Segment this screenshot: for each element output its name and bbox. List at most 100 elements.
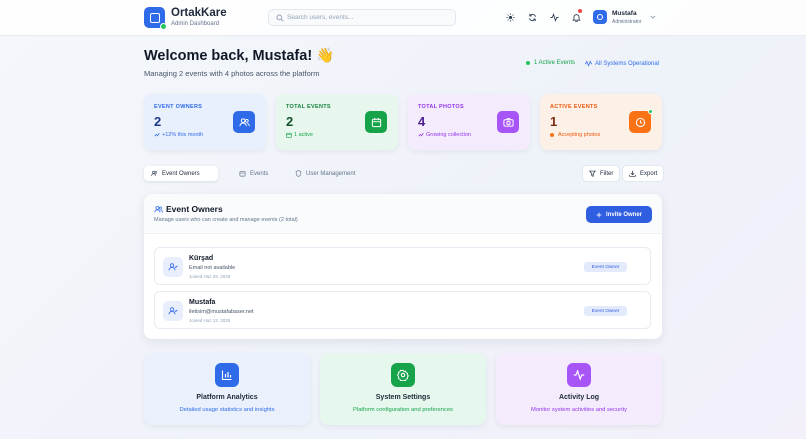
stat-value: 2 xyxy=(286,114,294,129)
user-check-icon xyxy=(163,257,183,277)
logo-square-icon xyxy=(149,12,160,23)
stat-footnote-text: +12% this month xyxy=(162,132,204,138)
user-icon xyxy=(597,14,603,20)
clock-icon xyxy=(629,111,651,133)
stat-footnote-text: Accepting photos xyxy=(558,132,601,138)
user-check-icon xyxy=(163,301,183,321)
settings-icon xyxy=(391,363,415,387)
bell-icon xyxy=(571,13,581,22)
search-input[interactable] xyxy=(287,10,452,25)
calendar-small-icon xyxy=(286,132,292,138)
panel-header: Event Owners Manage users who can create… xyxy=(144,194,662,234)
trend-up-icon xyxy=(154,132,160,137)
theme-toggle-button[interactable] xyxy=(505,12,515,22)
card-subtitle: Monitor system activities and security xyxy=(530,407,627,413)
plus-icon xyxy=(596,212,602,217)
status-dot xyxy=(526,61,530,65)
panel-title: Event Owners xyxy=(166,204,223,214)
refresh-button[interactable] xyxy=(527,12,537,22)
activity-button[interactable] xyxy=(549,12,559,22)
owner-email: iletisim@mustafabaser.net xyxy=(189,309,254,315)
chevron-down-icon[interactable] xyxy=(650,14,656,20)
activity-log-card[interactable]: Activity Log Monitor system activities a… xyxy=(496,353,662,425)
card-title: Activity Log xyxy=(558,394,600,401)
event-owners-panel: Event Owners Manage users who can create… xyxy=(144,194,662,339)
invite-owner-button[interactable]: Invite Owner xyxy=(586,206,652,223)
stat-card-total-photos[interactable]: TOTAL PHOTOS 4 Growing collection xyxy=(408,94,530,150)
activity-icon xyxy=(549,12,559,22)
avatar[interactable] xyxy=(593,10,607,24)
owner-name: Kürşad xyxy=(189,255,214,262)
stat-label: EVENT OWNERS xyxy=(154,104,203,110)
app-logo[interactable] xyxy=(144,7,167,30)
users-icon xyxy=(233,111,255,133)
active-events-indicator: 1 Active Events xyxy=(526,60,575,66)
tab-event-owners[interactable]: Event Owners xyxy=(144,166,218,181)
export-button[interactable]: Export xyxy=(622,165,665,182)
stat-value: 1 xyxy=(550,114,558,129)
stat-footnote: 1 active xyxy=(286,132,313,138)
page-title: Welcome back, Mustafa! 👋 xyxy=(144,48,335,64)
system-status-text: All Systems Operational xyxy=(595,60,660,67)
search-icon xyxy=(276,14,284,22)
platform-analytics-card[interactable]: Platform Analytics Detailed usage statis… xyxy=(144,353,310,425)
activity-icon xyxy=(567,363,591,387)
stat-label: TOTAL PHOTOS xyxy=(418,104,464,110)
stat-card-active-events[interactable]: ACTIVE EVENTS 1 Accepting photos xyxy=(540,94,662,150)
tab-label: Events xyxy=(250,170,269,177)
brand-name: OrtakKare xyxy=(171,7,227,19)
card-subtitle: Platform configuration and preferences xyxy=(353,407,453,413)
camera-icon xyxy=(497,111,519,133)
stat-card-total-events[interactable]: TOTAL EVENTS 2 1 active xyxy=(276,94,398,150)
active-events-text: 1 Active Events xyxy=(534,60,576,66)
stat-footnote: Accepting photos xyxy=(550,132,600,138)
wave-icon xyxy=(585,60,592,67)
system-settings-card[interactable]: System Settings Platform configuration a… xyxy=(320,353,486,425)
owner-email: Email not available xyxy=(189,265,236,271)
filter-icon xyxy=(589,170,596,177)
list-item[interactable]: Mustafa iletisim@mustafabaser.net Joined… xyxy=(154,291,651,329)
stat-footnote: Growing collection xyxy=(418,132,471,138)
calendar-icon xyxy=(239,171,246,177)
owner-joined: Joined Haz 13, 2025 xyxy=(189,318,231,323)
stat-footnote: +12% this month xyxy=(154,132,203,138)
list-item[interactable]: Kürşad Email not available Joined Haz 29… xyxy=(154,247,651,285)
card-title: Platform Analytics xyxy=(196,394,258,401)
stat-card-event-owners[interactable]: EVENT OWNERS 2 +12% this month xyxy=(144,94,266,150)
export-label: Export xyxy=(640,170,658,177)
brand-subtitle: Admin Dashboard xyxy=(171,21,220,27)
online-dot xyxy=(160,23,167,30)
tab-label: User Management xyxy=(306,170,356,177)
invite-owner-label: Invite Owner xyxy=(605,211,642,218)
stat-value: 4 xyxy=(418,114,426,129)
role-badge: Event Owner xyxy=(584,262,627,272)
card-subtitle: Detailed usage statistics and insights xyxy=(179,407,275,413)
tab-events[interactable]: Events xyxy=(232,166,275,181)
system-status: All Systems Operational xyxy=(585,60,659,67)
card-title: System Settings xyxy=(375,394,431,401)
status-dot xyxy=(550,133,554,137)
tab-user-management[interactable]: User Management xyxy=(288,166,362,181)
refresh-icon xyxy=(528,13,536,21)
stat-footnote-text: 1 active xyxy=(294,132,313,138)
stat-footnote-text: Growing collection xyxy=(426,132,471,138)
user-name[interactable]: Mustafa xyxy=(612,10,637,17)
users-icon xyxy=(154,206,163,213)
page-subtitle: Managing 2 events with 4 photos across t… xyxy=(144,69,320,78)
notifications-button[interactable] xyxy=(571,9,582,22)
tab-label: Event Owners xyxy=(162,170,200,177)
bar-chart-icon xyxy=(215,363,239,387)
download-icon xyxy=(629,170,636,177)
stat-value: 2 xyxy=(154,114,162,129)
owner-name: Mustafa xyxy=(189,299,216,306)
trend-up-icon xyxy=(418,132,424,137)
calendar-icon xyxy=(365,111,387,133)
role-badge: Event Owner xyxy=(584,306,627,316)
stat-label: TOTAL EVENTS xyxy=(286,104,331,110)
users-icon xyxy=(151,170,158,176)
stat-label: ACTIVE EVENTS xyxy=(550,104,598,110)
search-box[interactable] xyxy=(268,9,456,26)
top-header: OrtakKare Admin Dashboard Mustafa Admini… xyxy=(0,0,806,36)
shield-icon xyxy=(295,170,302,177)
filter-button[interactable]: Filter xyxy=(582,165,621,182)
